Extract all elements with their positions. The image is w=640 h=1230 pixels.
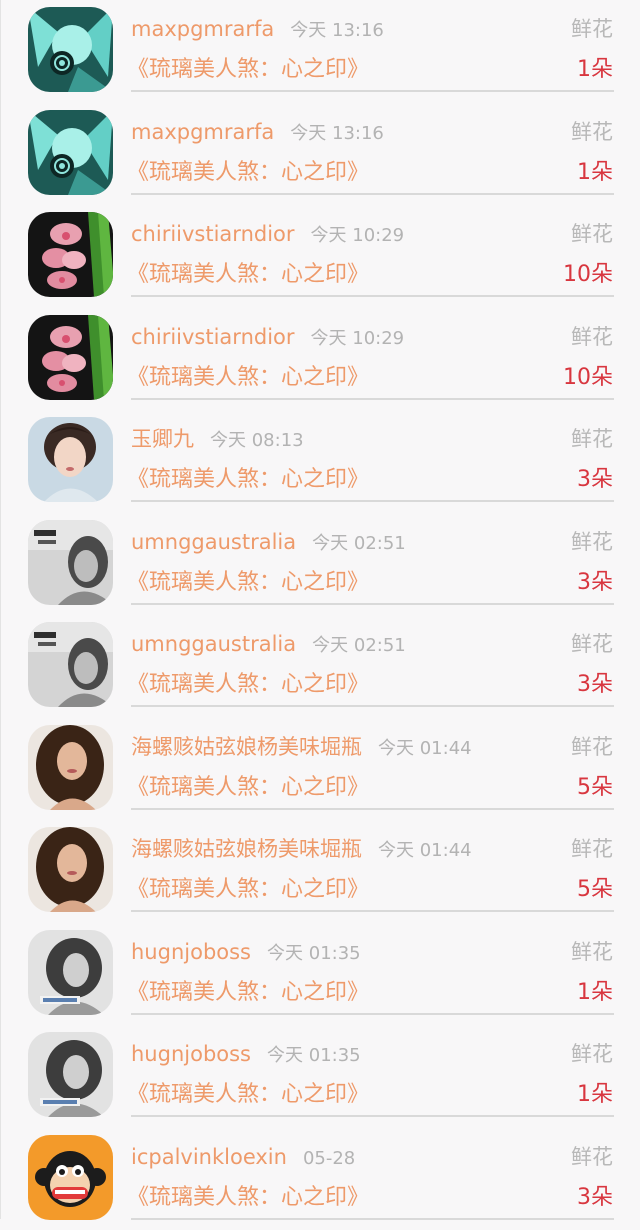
gift-count: 3朵 xyxy=(577,672,613,697)
book-title[interactable]: 《琉璃美人煞：心之印》 xyxy=(127,669,369,701)
monkey-avatar-icon[interactable] xyxy=(28,1134,113,1220)
divider xyxy=(131,500,614,502)
divider xyxy=(131,192,614,195)
gift-count: 1朵 xyxy=(577,159,613,185)
sender-name[interactable]: chiriivstiarndior 今天 10:29 xyxy=(131,219,404,251)
book-title[interactable]: 《琉璃美人煞：心之印》 xyxy=(127,1079,369,1111)
orchid-avatar-icon[interactable] xyxy=(28,314,113,400)
gift-type: 鲜花 xyxy=(571,734,613,759)
grayscale-girl-avatar-icon[interactable] xyxy=(28,519,113,605)
book-title[interactable]: 《琉璃美人煞：心之印》 xyxy=(127,874,369,906)
grayscale-girl-avatar-icon[interactable] xyxy=(28,622,113,707)
bw-woman-avatar-icon[interactable] xyxy=(28,929,113,1015)
divider xyxy=(131,910,614,912)
sender-name[interactable]: 玉卿九 今天 08:13 xyxy=(131,424,304,456)
gift-type: 鲜花 xyxy=(571,17,613,41)
gift-time: 今天 08:13 xyxy=(210,430,304,451)
divider xyxy=(131,90,614,92)
bw-woman-avatar-icon[interactable] xyxy=(28,1032,113,1117)
book-title[interactable]: 《琉璃美人煞：心之印》 xyxy=(127,157,369,189)
gift-count: 3朵 xyxy=(577,1184,613,1210)
gift-record-list: maxpgmrarfa 今天 13:16 鲜花 《琉璃美人煞：心之印》 1朵 ma… xyxy=(0,0,640,1220)
list-item[interactable]: chiriivstiarndior 今天 10:29 鲜花 《琉璃美人煞：心之印》… xyxy=(1,205,640,307)
list-item[interactable]: hugnjoboss 今天 01:35 鲜花 《琉璃美人煞：心之印》 1朵 xyxy=(1,923,640,1025)
sender-name[interactable]: hugnjoboss 今天 01:35 xyxy=(131,937,361,969)
gift-time: 今天 10:29 xyxy=(310,225,405,246)
gift-count: 5朵 xyxy=(577,774,613,800)
gift-type: 鲜花 xyxy=(571,427,613,451)
gift-type: 鲜花 xyxy=(571,837,613,861)
sender-name[interactable]: maxpgmrarfa 今天 13:16 xyxy=(131,14,384,46)
list-item[interactable]: umnggaustralia 今天 02:51 鲜花 《琉璃美人煞：心之印》 3朵 xyxy=(1,513,640,615)
gift-time: 05-28 xyxy=(302,1147,356,1169)
list-item[interactable]: 海螺赅姑弦娘杨美味堀瓶 今天 01:44 鲜花 《琉璃美人煞：心之印》 5朵 xyxy=(1,718,640,820)
book-title[interactable]: 《琉璃美人煞：心之印》 xyxy=(127,567,369,599)
list-item[interactable]: maxpgmrarfa 今天 13:16 鲜花 《琉璃美人煞：心之印》 1朵 xyxy=(1,103,640,205)
sender-name[interactable]: umnggaustralia 今天 02:51 xyxy=(131,629,406,661)
orchid-avatar-icon[interactable] xyxy=(28,212,113,297)
gift-time: 今天 01:35 xyxy=(267,1045,361,1066)
book-title[interactable]: 《琉璃美人煞：心之印》 xyxy=(127,259,369,291)
gift-type: 鲜花 xyxy=(571,939,613,964)
list-item[interactable]: chiriivstiarndior 今天 10:29 鲜花 《琉璃美人煞：心之印》… xyxy=(1,308,640,410)
sender-name[interactable]: 海螺赅姑弦娘杨美味堀瓶 今天 01:44 xyxy=(131,732,472,764)
divider xyxy=(131,1012,614,1015)
divider xyxy=(131,397,614,400)
anime-avatar-icon[interactable] xyxy=(28,7,113,92)
list-item[interactable]: hugnjoboss 今天 01:35 鲜花 《琉璃美人煞：心之印》 1朵 xyxy=(1,1025,640,1127)
book-title[interactable]: 《琉璃美人煞：心之印》 xyxy=(127,772,369,804)
anime-avatar-icon[interactable] xyxy=(28,109,113,195)
gift-type: 鲜花 xyxy=(571,1042,613,1066)
sender-name[interactable]: chiriivstiarndior 今天 10:29 xyxy=(131,322,404,354)
woman-portrait-avatar-icon[interactable] xyxy=(28,417,113,502)
gift-type: 鲜花 xyxy=(571,529,613,554)
gift-count: 5朵 xyxy=(577,877,613,902)
divider xyxy=(131,807,614,810)
book-title[interactable]: 《琉璃美人煞：心之印》 xyxy=(127,54,369,86)
sender-name[interactable]: 海螺赅姑弦娘杨美味堀瓶 今天 01:44 xyxy=(131,834,472,866)
list-item[interactable]: umnggaustralia 今天 02:51 鲜花 《琉璃美人煞：心之印》 3朵 xyxy=(1,615,640,717)
gift-count: 3朵 xyxy=(577,569,613,595)
gift-type: 鲜花 xyxy=(571,222,613,246)
list-item[interactable]: icpalvinkloexin 05-28 鲜花 《琉璃美人煞：心之印》 3朵 xyxy=(1,1128,640,1230)
gift-time: 今天 01:35 xyxy=(267,942,361,964)
gift-type: 鲜花 xyxy=(571,119,613,144)
list-item[interactable]: 海螺赅姑弦娘杨美味堀瓶 今天 01:44 鲜花 《琉璃美人煞：心之印》 5朵 xyxy=(1,820,640,922)
list-item[interactable]: 玉卿九 今天 08:13 鲜花 《琉璃美人煞：心之印》 3朵 xyxy=(1,410,640,512)
gift-time: 今天 13:16 xyxy=(290,20,384,41)
brunette-woman-avatar-icon[interactable] xyxy=(28,724,113,810)
gift-time: 今天 01:44 xyxy=(378,737,472,759)
divider xyxy=(131,295,614,297)
sender-name[interactable]: icpalvinkloexin 05-28 xyxy=(131,1142,355,1174)
book-title[interactable]: 《琉璃美人煞：心之印》 xyxy=(127,1182,369,1214)
gift-time: 今天 02:51 xyxy=(312,532,406,554)
divider xyxy=(131,705,614,707)
gift-count: 1朵 xyxy=(577,57,613,82)
gift-time: 今天 10:29 xyxy=(310,327,405,349)
sender-name[interactable]: hugnjoboss 今天 01:35 xyxy=(131,1039,361,1071)
sender-name[interactable]: umnggaustralia 今天 02:51 xyxy=(131,527,406,559)
gift-time: 今天 13:16 xyxy=(290,122,384,144)
gift-count: 10朵 xyxy=(563,262,613,287)
sender-name[interactable]: maxpgmrarfa 今天 13:16 xyxy=(131,117,384,149)
book-title[interactable]: 《琉璃美人煞：心之印》 xyxy=(127,362,369,394)
gift-count: 1朵 xyxy=(577,1082,613,1107)
gift-count: 10朵 xyxy=(563,364,613,390)
gift-type: 鲜花 xyxy=(571,1144,613,1169)
book-title[interactable]: 《琉璃美人煞：心之印》 xyxy=(127,464,369,496)
gift-type: 鲜花 xyxy=(571,632,613,656)
list-item[interactable]: maxpgmrarfa 今天 13:16 鲜花 《琉璃美人煞：心之印》 1朵 xyxy=(1,0,640,102)
gift-count: 3朵 xyxy=(577,467,613,492)
brunette-woman-avatar-icon[interactable] xyxy=(28,827,113,912)
divider xyxy=(131,602,614,605)
divider xyxy=(131,1115,614,1117)
gift-time: 今天 02:51 xyxy=(312,635,406,656)
gift-type: 鲜花 xyxy=(571,324,613,349)
gift-time: 今天 01:44 xyxy=(378,840,472,861)
gift-count: 1朵 xyxy=(577,979,613,1005)
book-title[interactable]: 《琉璃美人煞：心之印》 xyxy=(127,977,369,1009)
